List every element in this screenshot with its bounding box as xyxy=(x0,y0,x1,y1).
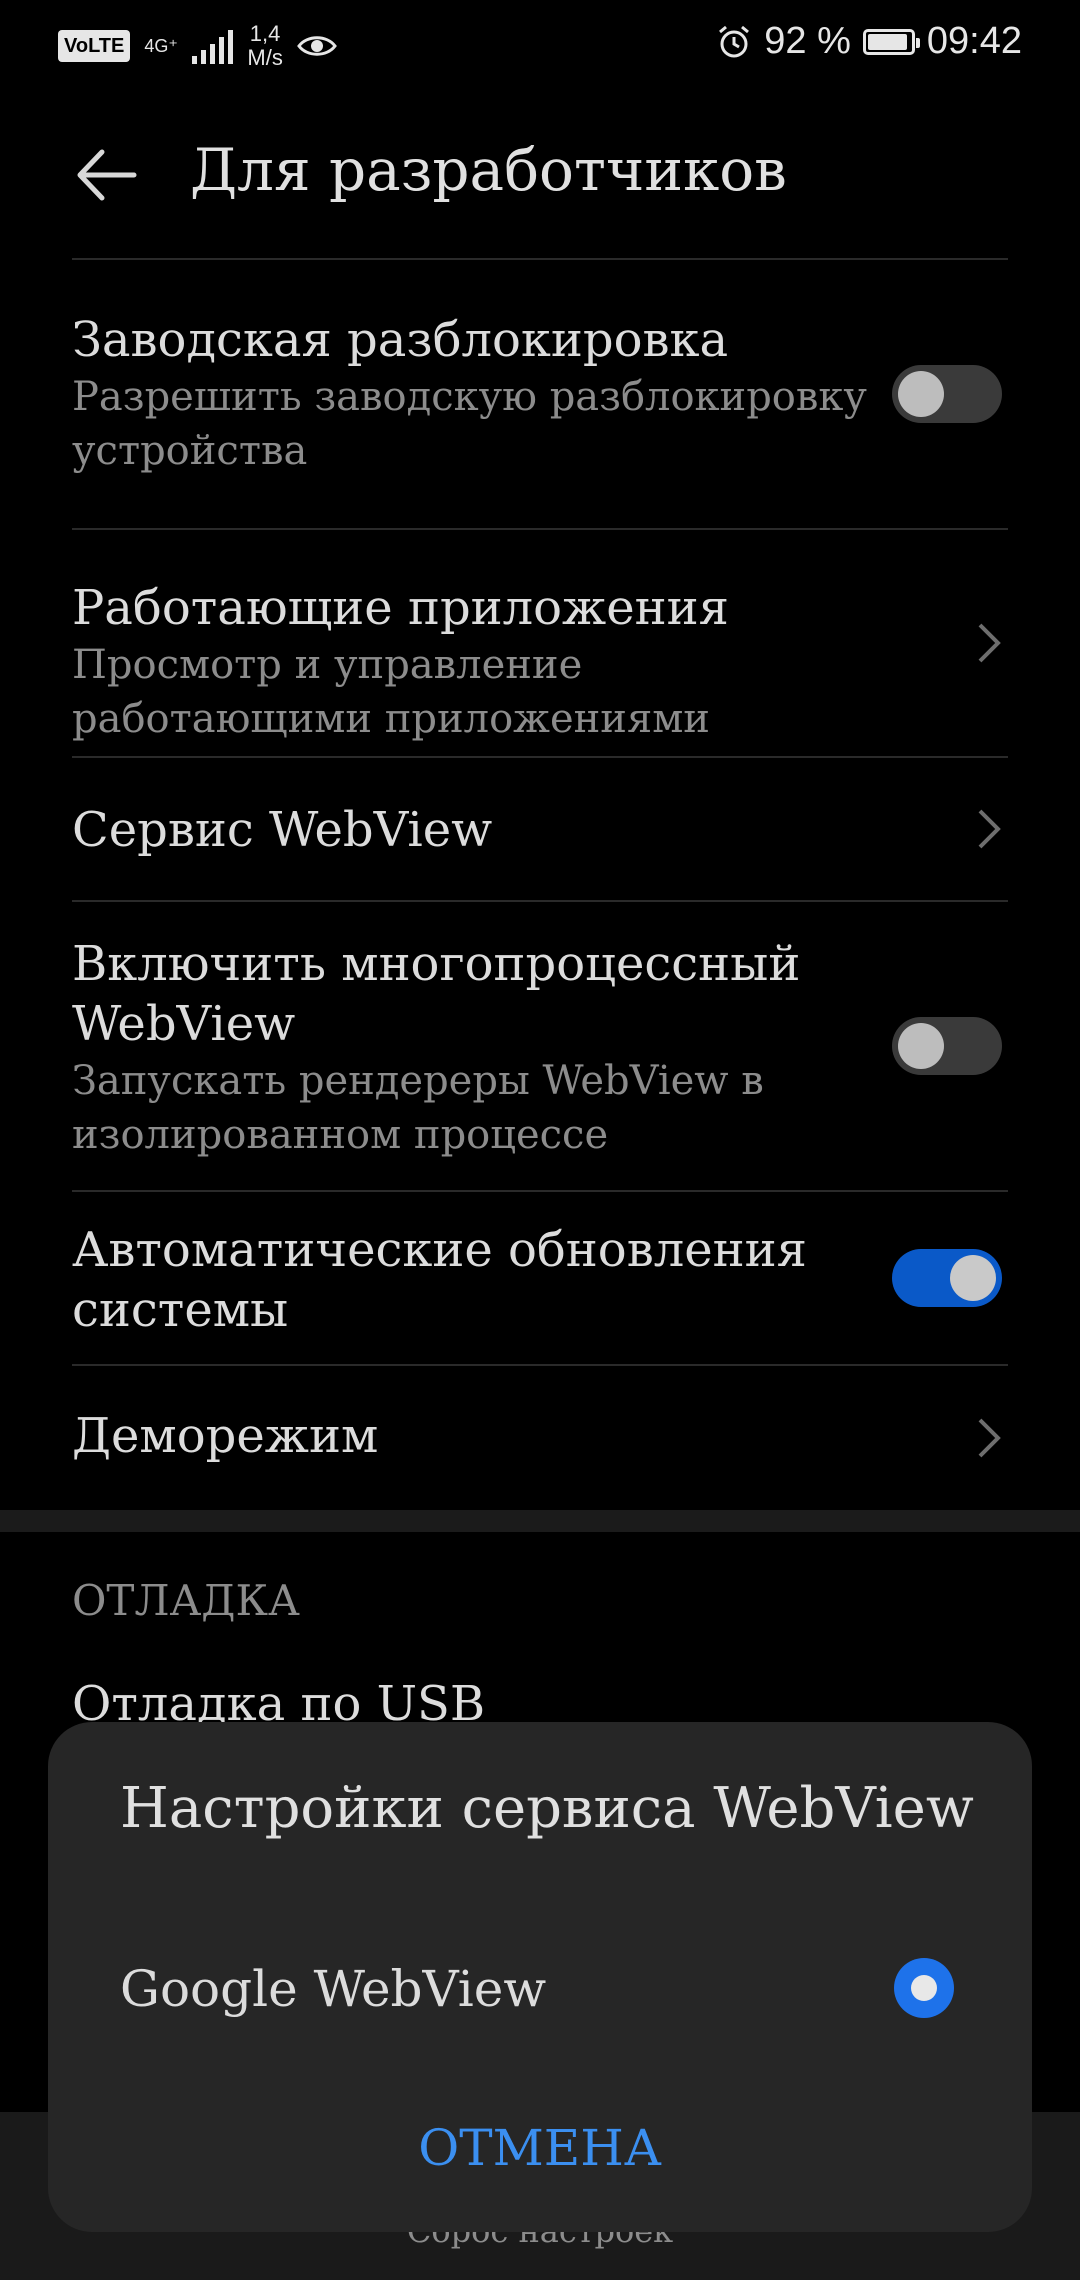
status-right: 92 % 09:42 xyxy=(716,20,1022,63)
speed-unit: M/s xyxy=(247,45,283,70)
option-google-webview[interactable]: Google WebView xyxy=(48,1922,1032,2062)
setting-subtitle: Разрешить заводскую разблокировку устрой… xyxy=(72,374,867,474)
option-label: Google WebView xyxy=(120,1960,547,2018)
arrow-left-icon[interactable] xyxy=(72,140,142,210)
radio-selected-icon[interactable] xyxy=(894,1958,954,2018)
toggle-knob xyxy=(950,1255,996,1301)
setting-title: Сервис WebView xyxy=(72,802,493,858)
webview-service-dialog: Настройки сервиса WebView Google WebView… xyxy=(48,1722,1032,2232)
setting-title: Деморежим xyxy=(72,1408,379,1464)
speed-value: 1,4 xyxy=(249,21,281,46)
setting-demo-mode[interactable]: Деморежим xyxy=(72,1366,1008,1510)
radio-dot xyxy=(911,1975,937,2001)
section-divider xyxy=(0,1510,1080,1532)
setting-title: Работающие приложения xyxy=(72,580,729,636)
setting-auto-system-updates[interactable]: Автоматические обновления системы xyxy=(72,1192,1008,1366)
setting-subtitle: Запускать рендереры WebView в изолирован… xyxy=(72,1058,764,1158)
battery-level xyxy=(867,33,907,50)
setting-title: Включить многопроцессный WebView xyxy=(72,936,801,1052)
auto-updates-toggle[interactable] xyxy=(892,1249,1002,1307)
page-title: Для разработчиков xyxy=(190,136,787,204)
signal-icon xyxy=(192,28,234,64)
status-left: VoLTE 4G⁺ 1,4 M/s xyxy=(58,22,337,70)
eye-icon xyxy=(296,36,337,56)
multiprocess-webview-toggle[interactable] xyxy=(892,1017,1002,1075)
dialog-title: Настройки сервиса WebView xyxy=(120,1776,974,1841)
setting-title: Заводская разблокировка xyxy=(72,312,729,368)
network-type: 4G⁺ xyxy=(144,36,178,56)
app-header: Для разработчиков xyxy=(0,92,1080,258)
toggle-knob xyxy=(898,1023,944,1069)
clock: 09:42 xyxy=(926,20,1022,62)
setting-running-apps[interactable]: Работающие приложения Просмотр и управле… xyxy=(72,530,1008,758)
chevron-right-icon xyxy=(978,623,1001,663)
battery-icon xyxy=(862,28,920,55)
settings-list: Заводская разблокировка Разрешить заводс… xyxy=(72,258,1008,1510)
setting-subtitle: Просмотр и управление работающими прилож… xyxy=(72,642,710,742)
alarm-icon xyxy=(719,25,750,57)
section-header-debug: ОТЛАДКА xyxy=(72,1576,300,1625)
setting-factory-unlock[interactable]: Заводская разблокировка Разрешить заводс… xyxy=(72,260,1008,530)
setting-title: Автоматические обновления системы xyxy=(72,1222,807,1338)
volte-icon: VoLTE xyxy=(58,30,131,62)
cancel-button[interactable]: ОТМЕНА xyxy=(48,2108,1032,2188)
factory-unlock-toggle[interactable] xyxy=(892,365,1002,423)
setting-multiprocess-webview[interactable]: Включить многопроцессный WebView Запуска… xyxy=(72,902,1008,1192)
status-bar: VoLTE 4G⁺ 1,4 M/s 92 % 09:42 xyxy=(0,0,1080,92)
setting-webview-service[interactable]: Сервис WebView xyxy=(72,758,1008,902)
chevron-right-icon xyxy=(978,1418,1001,1458)
battery-percent: 92 % xyxy=(764,20,851,62)
toggle-knob xyxy=(898,371,944,417)
network-speed: 1,4 M/s xyxy=(247,22,282,70)
chevron-right-icon xyxy=(978,809,1001,849)
